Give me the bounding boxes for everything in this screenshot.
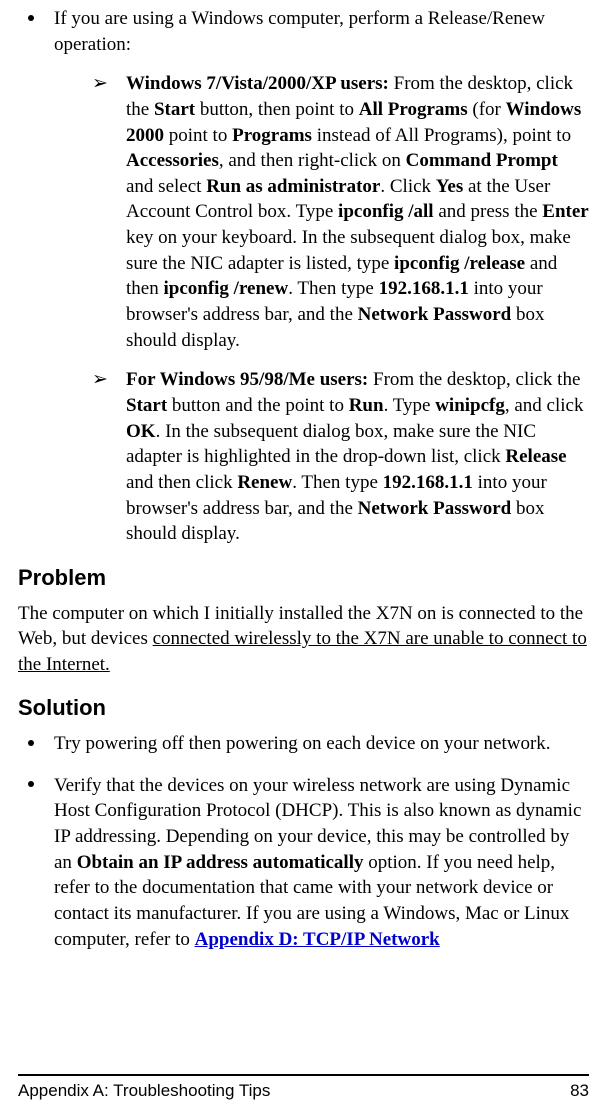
bullet-dot-icon <box>28 781 34 787</box>
arrow-icon: ➢ <box>92 71 108 97</box>
problem-paragraph: The computer on which I initially instal… <box>18 601 589 678</box>
page-number: 83 <box>570 1080 589 1103</box>
bullet-item: Try powering off then powering on each d… <box>18 731 589 757</box>
bullet-text: Try powering off then powering on each d… <box>54 733 551 754</box>
sub-list: ➢ Windows 7/Vista/2000/XP users: From th… <box>54 71 589 547</box>
footer-title: Appendix A: Troubleshooting Tips <box>18 1080 270 1103</box>
bullet-text: Verify that the devices on your wireless… <box>54 775 581 950</box>
arrow-icon: ➢ <box>92 367 108 393</box>
sub-bullet-item: ➢ For Windows 95/98/Me users: From the d… <box>90 367 589 546</box>
bullet-dot-icon <box>28 15 34 21</box>
sub-text: For Windows 95/98/Me users: From the des… <box>126 369 583 544</box>
bullet-item: If you are using a Windows computer, per… <box>18 6 589 547</box>
solution-heading: Solution <box>18 693 589 723</box>
appendix-d-link[interactable]: Appendix D: TCP/IP Network <box>195 929 440 950</box>
problem-heading: Problem <box>18 563 589 593</box>
bullet-text: If you are using a Windows computer, per… <box>54 8 545 55</box>
bullet-item: Verify that the devices on your wireless… <box>18 773 589 952</box>
page-content: If you are using a Windows computer, per… <box>18 0 589 952</box>
bullet-dot-icon <box>28 740 34 746</box>
sub-text: Windows 7/Vista/2000/XP users: From the … <box>126 73 589 350</box>
sub-bullet-item: ➢ Windows 7/Vista/2000/XP users: From th… <box>90 71 589 353</box>
page-footer: Appendix A: Troubleshooting Tips 83 <box>18 1074 589 1103</box>
